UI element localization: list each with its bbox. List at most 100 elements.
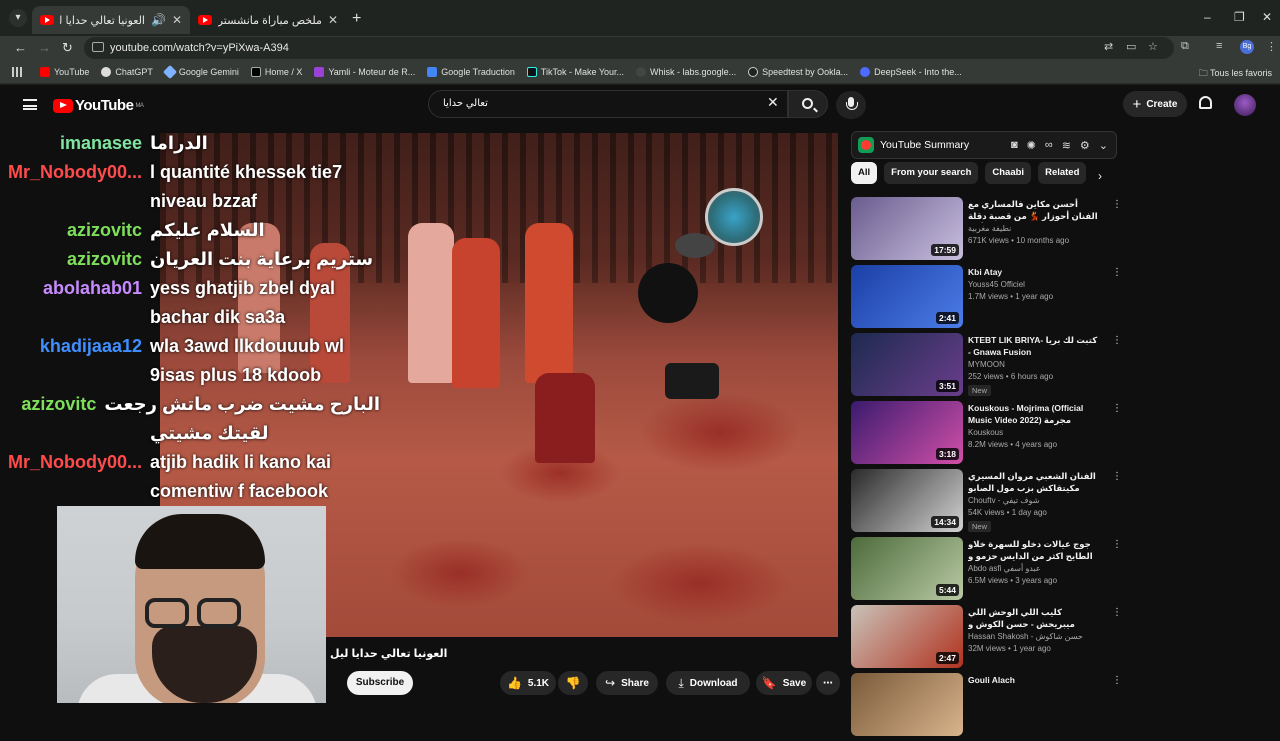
recommendation-item[interactable]: 3:51 KTEBT LIK BRIYA- كتبت لك بريا - Gnaw… bbox=[851, 333, 1122, 401]
more-options-icon[interactable]: ⋮ bbox=[1112, 335, 1122, 346]
restore-icon[interactable]: ❐ bbox=[1234, 10, 1245, 24]
chip-from-your-search[interactable]: From your search bbox=[884, 162, 979, 184]
close-window-icon[interactable]: ✕ bbox=[1262, 10, 1272, 24]
profile-avatar[interactable]: Bg bbox=[1240, 40, 1254, 54]
bookmark-whisk[interactable]: Whisk - labs.google... bbox=[636, 66, 736, 77]
bookmark-deepseek[interactable]: DeepSeek - Into the... bbox=[860, 66, 962, 77]
channel-name[interactable]: Abdo asfi عبدو أسفي bbox=[968, 564, 1041, 573]
address-bar[interactable]: youtube.com/watch?v=yPiXwa-A394 bbox=[84, 37, 1174, 59]
close-tab-icon[interactable]: ✕ bbox=[172, 13, 182, 27]
extensions-icon[interactable]: ⧉ bbox=[1181, 40, 1189, 53]
video-thumbnail[interactable]: 3:18 bbox=[851, 401, 963, 464]
chip-chaabi[interactable]: Chaabi bbox=[985, 162, 1032, 184]
bookmark-translate[interactable]: Google Traduction bbox=[427, 66, 515, 77]
tab-inactive[interactable]: ملخص مباراة مانشستر يونايتد و ✕ bbox=[190, 6, 346, 34]
more-actions-button[interactable]: ⋯ bbox=[816, 671, 840, 695]
bookmark-star-icon[interactable]: ☆ bbox=[1148, 40, 1158, 53]
chevron-down-icon[interactable]: ⌄ bbox=[1099, 139, 1108, 152]
menu-kebab-icon[interactable]: ⋮ bbox=[1266, 40, 1277, 53]
cast-icon[interactable]: ▭ bbox=[1126, 40, 1136, 53]
dislike-button[interactable]: 👎 bbox=[558, 671, 588, 695]
translate-icon[interactable]: ⇄ bbox=[1104, 40, 1113, 53]
close-tab-icon[interactable]: ✕ bbox=[328, 13, 338, 27]
back-icon[interactable]: ← bbox=[14, 40, 27, 55]
voice-search-icon[interactable] bbox=[836, 91, 866, 119]
tab-search-button[interactable]: ▾ bbox=[9, 9, 27, 27]
account-avatar[interactable] bbox=[1234, 94, 1256, 116]
robot-icon[interactable]: ◙ bbox=[1011, 139, 1018, 152]
video-thumbnail[interactable]: 14:34 bbox=[851, 469, 963, 532]
video-thumbnail[interactable]: 17:59 bbox=[851, 197, 963, 260]
minimize-icon[interactable]: – bbox=[1204, 10, 1211, 24]
settings-gear-icon[interactable]: ⚙ bbox=[1080, 139, 1090, 152]
glasses-icon[interactable]: ∞ bbox=[1045, 139, 1053, 152]
recommendation-title[interactable]: Kbi Atay bbox=[968, 266, 1101, 278]
more-options-icon[interactable]: ⋮ bbox=[1112, 471, 1122, 482]
chip-all[interactable]: All bbox=[851, 162, 878, 184]
more-options-icon[interactable]: ⋮ bbox=[1112, 607, 1122, 618]
video-thumbnail[interactable]: 2:47 bbox=[851, 605, 963, 668]
search-button[interactable] bbox=[788, 90, 828, 118]
media-icon[interactable]: ≡ bbox=[1216, 40, 1222, 52]
chip-related[interactable]: Related bbox=[1038, 162, 1087, 184]
openai-icon[interactable]: ✺ bbox=[1027, 139, 1036, 152]
recommendation-item[interactable]: 3:18 Kouskous - Mojrima (Official Music V… bbox=[851, 401, 1122, 469]
channel-name[interactable]: Chouftv - شوف تيفي bbox=[968, 496, 1039, 505]
recommendation-item[interactable]: 17:59 أحسن مكاين فالمساري مع الفنان أحوزا… bbox=[851, 197, 1122, 265]
channel-name[interactable]: Youss45 Officiel bbox=[968, 280, 1025, 289]
channel-name[interactable]: Kouskous bbox=[968, 428, 1003, 437]
channel-name[interactable]: MYMOON bbox=[968, 360, 1005, 369]
more-options-icon[interactable]: ⋮ bbox=[1112, 675, 1122, 686]
speaker-icon[interactable]: 🔊 bbox=[151, 13, 166, 27]
save-button[interactable]: 🔖 Save bbox=[756, 671, 812, 695]
chevron-right-icon[interactable]: › bbox=[1098, 169, 1102, 183]
recommendation-item[interactable]: 2:41 Kbi Atay Youss45 Officiel 1.7M views •… bbox=[851, 265, 1122, 333]
more-options-icon[interactable]: ⋮ bbox=[1112, 403, 1122, 414]
video-thumbnail[interactable]: 2:41 bbox=[851, 265, 963, 328]
tab-active[interactable]: العونيا تعالي حدايا ليل طويل 🔊 ✕ bbox=[32, 6, 190, 34]
recommendation-title[interactable]: KTEBT LIK BRIYA- كتبت لك بريا - Gnawa Fu… bbox=[968, 334, 1101, 358]
bookmark-youtube[interactable]: YouTube bbox=[40, 66, 89, 77]
bookmark-gemini[interactable]: Google Gemini bbox=[162, 64, 239, 79]
search-input[interactable]: تعالي حدايا bbox=[428, 90, 788, 118]
bookmark-chatgpt[interactable]: ChatGPT bbox=[101, 66, 153, 77]
recommendation-item[interactable]: 14:34 الفنان الشعبي مروان المسيري مكيتقاك… bbox=[851, 469, 1122, 537]
more-options-icon[interactable]: ⋮ bbox=[1112, 199, 1122, 210]
bookmark-yamli[interactable]: Yamli - Moteur de R... bbox=[314, 66, 415, 77]
recommendation-title[interactable]: كليب اللي الوحش اللي ميبريحش - حسن الكوش… bbox=[968, 606, 1101, 631]
recommendation-title[interactable]: جوج عيالات دخلو للسهرة خلاو الطايح اكثر … bbox=[968, 538, 1101, 563]
recommendation-title[interactable]: Kouskous - Mojrima (Official Music Video… bbox=[968, 402, 1101, 427]
recommendation-title[interactable]: الفنان الشعبي مروان المسيري مكيتقاكش بزب… bbox=[968, 470, 1101, 495]
video-thumbnail[interactable]: 3:51 bbox=[851, 333, 963, 396]
notifications-bell-icon[interactable] bbox=[1199, 96, 1212, 109]
create-button[interactable]: + Create bbox=[1123, 91, 1187, 117]
recommendation-item[interactable]: Gouli Alach ⋮ bbox=[851, 673, 1122, 741]
video-thumbnail[interactable]: 5:44 bbox=[851, 537, 963, 600]
like-button[interactable]: 👍 5.1K bbox=[500, 671, 556, 695]
channel-name[interactable]: Hassan Shakosh - حسن شاكوش bbox=[968, 632, 1083, 641]
youtube-logo[interactable]: YouTube MA bbox=[53, 97, 144, 114]
clear-search-icon[interactable]: ✕ bbox=[767, 94, 779, 111]
bookmark-x[interactable]: Home / X bbox=[250, 66, 302, 77]
forward-icon[interactable]: → bbox=[38, 40, 51, 55]
recommendation-item[interactable]: 5:44 جوج عيالات دخلو للسهرة خلاو الطايح ا… bbox=[851, 537, 1122, 605]
recommendation-item[interactable]: 2:47 كليب اللي الوحش اللي ميبريحش - حسن ا… bbox=[851, 605, 1122, 673]
channel-name[interactable]: نطيفة مغربية bbox=[968, 224, 1011, 233]
download-button[interactable]: ⤓ Download bbox=[666, 671, 750, 695]
bookmark-speedtest[interactable]: Speedtest by Ookla... bbox=[748, 66, 848, 77]
recommendation-title[interactable]: أحسن مكاين فالمساري مع الفنان أحوزار 💃 م… bbox=[968, 198, 1101, 223]
reload-icon[interactable]: ↻ bbox=[62, 40, 73, 56]
video-thumbnail[interactable] bbox=[851, 673, 963, 736]
share-button[interactable]: ↪ Share bbox=[596, 671, 658, 695]
more-options-icon[interactable]: ⋮ bbox=[1112, 539, 1122, 550]
more-options-icon[interactable]: ⋮ bbox=[1112, 267, 1122, 278]
all-bookmarks[interactable]: 🗀 Tous les favoris bbox=[1199, 66, 1272, 82]
apps-grid-icon[interactable] bbox=[12, 66, 22, 77]
bookmark-tiktok[interactable]: TikTok - Make Your... bbox=[526, 66, 624, 77]
menu-hamburger-icon[interactable] bbox=[23, 99, 37, 110]
youtube-summary-panel[interactable]: YouTube Summary ◙ ✺ ∞ ≋ ⚙ ⌄ bbox=[851, 131, 1117, 159]
recommendation-title[interactable]: Gouli Alach bbox=[968, 674, 1101, 686]
site-info-icon[interactable] bbox=[92, 42, 104, 52]
subscribe-button[interactable]: Subscribe bbox=[347, 671, 413, 695]
new-tab-button[interactable]: + bbox=[352, 10, 361, 28]
